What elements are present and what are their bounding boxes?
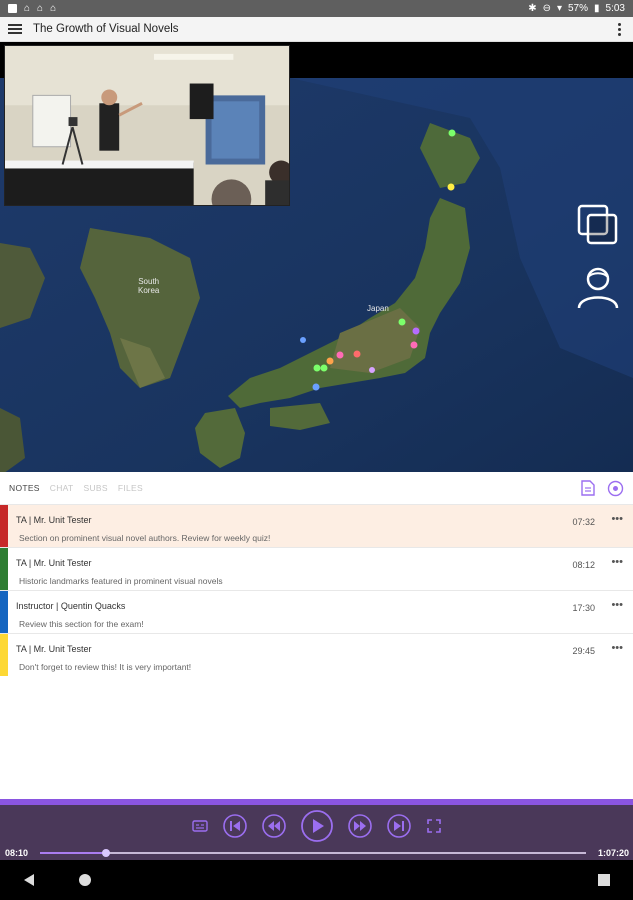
settings-icon[interactable] bbox=[607, 480, 624, 497]
system-nav-bar bbox=[0, 860, 633, 900]
seek-bar-progress bbox=[40, 852, 107, 854]
current-time: 08:10 bbox=[5, 848, 29, 858]
page-title: The Growth of Visual Novels bbox=[33, 23, 179, 35]
overflow-menu-icon[interactable] bbox=[614, 22, 625, 36]
note-text: Historic landmarks featured in prominent… bbox=[19, 576, 223, 586]
note-timestamp[interactable]: 07:32 bbox=[572, 517, 595, 527]
tab-subs[interactable]: SUBS bbox=[84, 483, 108, 493]
tab-chat[interactable]: CHAT bbox=[50, 483, 74, 493]
status-bar: ⌂ ⌂ ⌂ ✱ ⊖ ▾ 57% ▮ 5:03 bbox=[0, 0, 633, 17]
total-time: 1:07:20 bbox=[597, 848, 629, 858]
note-more-icon[interactable]: ••• bbox=[611, 513, 623, 525]
seek-bar-thumb[interactable] bbox=[102, 849, 111, 857]
note-text: Review this section for the exam! bbox=[19, 619, 144, 629]
seek-bar[interactable] bbox=[40, 849, 586, 857]
note-timestamp[interactable]: 17:30 bbox=[572, 603, 595, 613]
instructor-camera-feed[interactable] bbox=[4, 45, 290, 206]
note-text: Section on prominent visual novel author… bbox=[19, 533, 271, 543]
map-label-japan: Japan bbox=[367, 304, 389, 313]
home-icon: ⌂ bbox=[37, 2, 44, 14]
dnd-icon: ⊖ bbox=[542, 2, 551, 14]
clock: 5:03 bbox=[605, 3, 625, 14]
note-author: Instructor | Quentin Quacks bbox=[16, 601, 126, 611]
captions-icon[interactable] bbox=[191, 817, 209, 835]
skip-previous-icon[interactable] bbox=[222, 813, 248, 839]
note-color-stripe bbox=[0, 505, 8, 547]
tab-bar: NOTES CHAT SUBS FILES bbox=[0, 472, 633, 504]
skip-next-icon[interactable] bbox=[386, 813, 412, 839]
home-icon: ⌂ bbox=[50, 2, 57, 14]
note-author: TA | Mr. Unit Tester bbox=[16, 558, 92, 568]
rewind-icon[interactable] bbox=[261, 813, 287, 839]
video-player[interactable]: South Korea Japan bbox=[0, 42, 633, 472]
note-color-stripe bbox=[0, 548, 8, 590]
recents-icon[interactable] bbox=[597, 873, 611, 887]
instructor-view-icon[interactable] bbox=[575, 264, 621, 310]
note-more-icon[interactable]: ••• bbox=[611, 556, 623, 568]
tab-notes[interactable]: NOTES bbox=[9, 483, 40, 493]
wifi-icon: ▾ bbox=[556, 2, 562, 14]
map-label-south-korea: South Korea bbox=[138, 277, 160, 295]
menu-icon[interactable] bbox=[8, 24, 22, 34]
note-timestamp[interactable]: 08:12 bbox=[572, 560, 595, 570]
note-item[interactable]: TA | Mr. Unit Tester Section on prominen… bbox=[0, 504, 633, 547]
note-item[interactable]: TA | Mr. Unit Tester Don't forget to rev… bbox=[0, 633, 633, 676]
note-item[interactable]: TA | Mr. Unit Tester Historic landmarks … bbox=[0, 547, 633, 590]
app-bar: The Growth of Visual Novels bbox=[0, 17, 633, 42]
app-screen: ⌂ ⌂ ⌂ ✱ ⊖ ▾ 57% ▮ 5:03 The Growth of Vis… bbox=[0, 0, 633, 900]
home-icon: ⌂ bbox=[24, 2, 31, 14]
note-more-icon[interactable]: ••• bbox=[611, 642, 623, 654]
bluetooth-icon: ✱ bbox=[528, 2, 537, 14]
note-color-stripe bbox=[0, 634, 8, 676]
notes-panel: NOTES CHAT SUBS FILES TA | Mr. Unit Test… bbox=[0, 472, 633, 799]
note-item[interactable]: Instructor | Quentin Quacks Review this … bbox=[0, 590, 633, 633]
note-author: TA | Mr. Unit Tester bbox=[16, 515, 92, 525]
play-icon[interactable] bbox=[300, 809, 334, 843]
fullscreen-icon[interactable] bbox=[425, 817, 443, 835]
note-more-icon[interactable]: ••• bbox=[611, 599, 623, 611]
image-icon bbox=[8, 4, 17, 13]
switch-view-icon[interactable] bbox=[575, 202, 621, 248]
fast-forward-icon[interactable] bbox=[347, 813, 373, 839]
note-text: Don't forget to review this! It is very … bbox=[19, 662, 192, 672]
media-controls: 08:10 1:07:20 bbox=[0, 805, 633, 860]
note-timestamp[interactable]: 29:45 bbox=[572, 646, 595, 656]
note-author: TA | Mr. Unit Tester bbox=[16, 644, 92, 654]
tab-files[interactable]: FILES bbox=[118, 483, 143, 493]
back-icon[interactable] bbox=[22, 873, 36, 887]
battery-percent: 57% bbox=[568, 3, 589, 14]
note-color-stripe bbox=[0, 591, 8, 633]
home-button-icon[interactable] bbox=[78, 873, 92, 887]
battery-icon: ▮ bbox=[594, 2, 600, 14]
document-icon[interactable] bbox=[581, 480, 595, 496]
